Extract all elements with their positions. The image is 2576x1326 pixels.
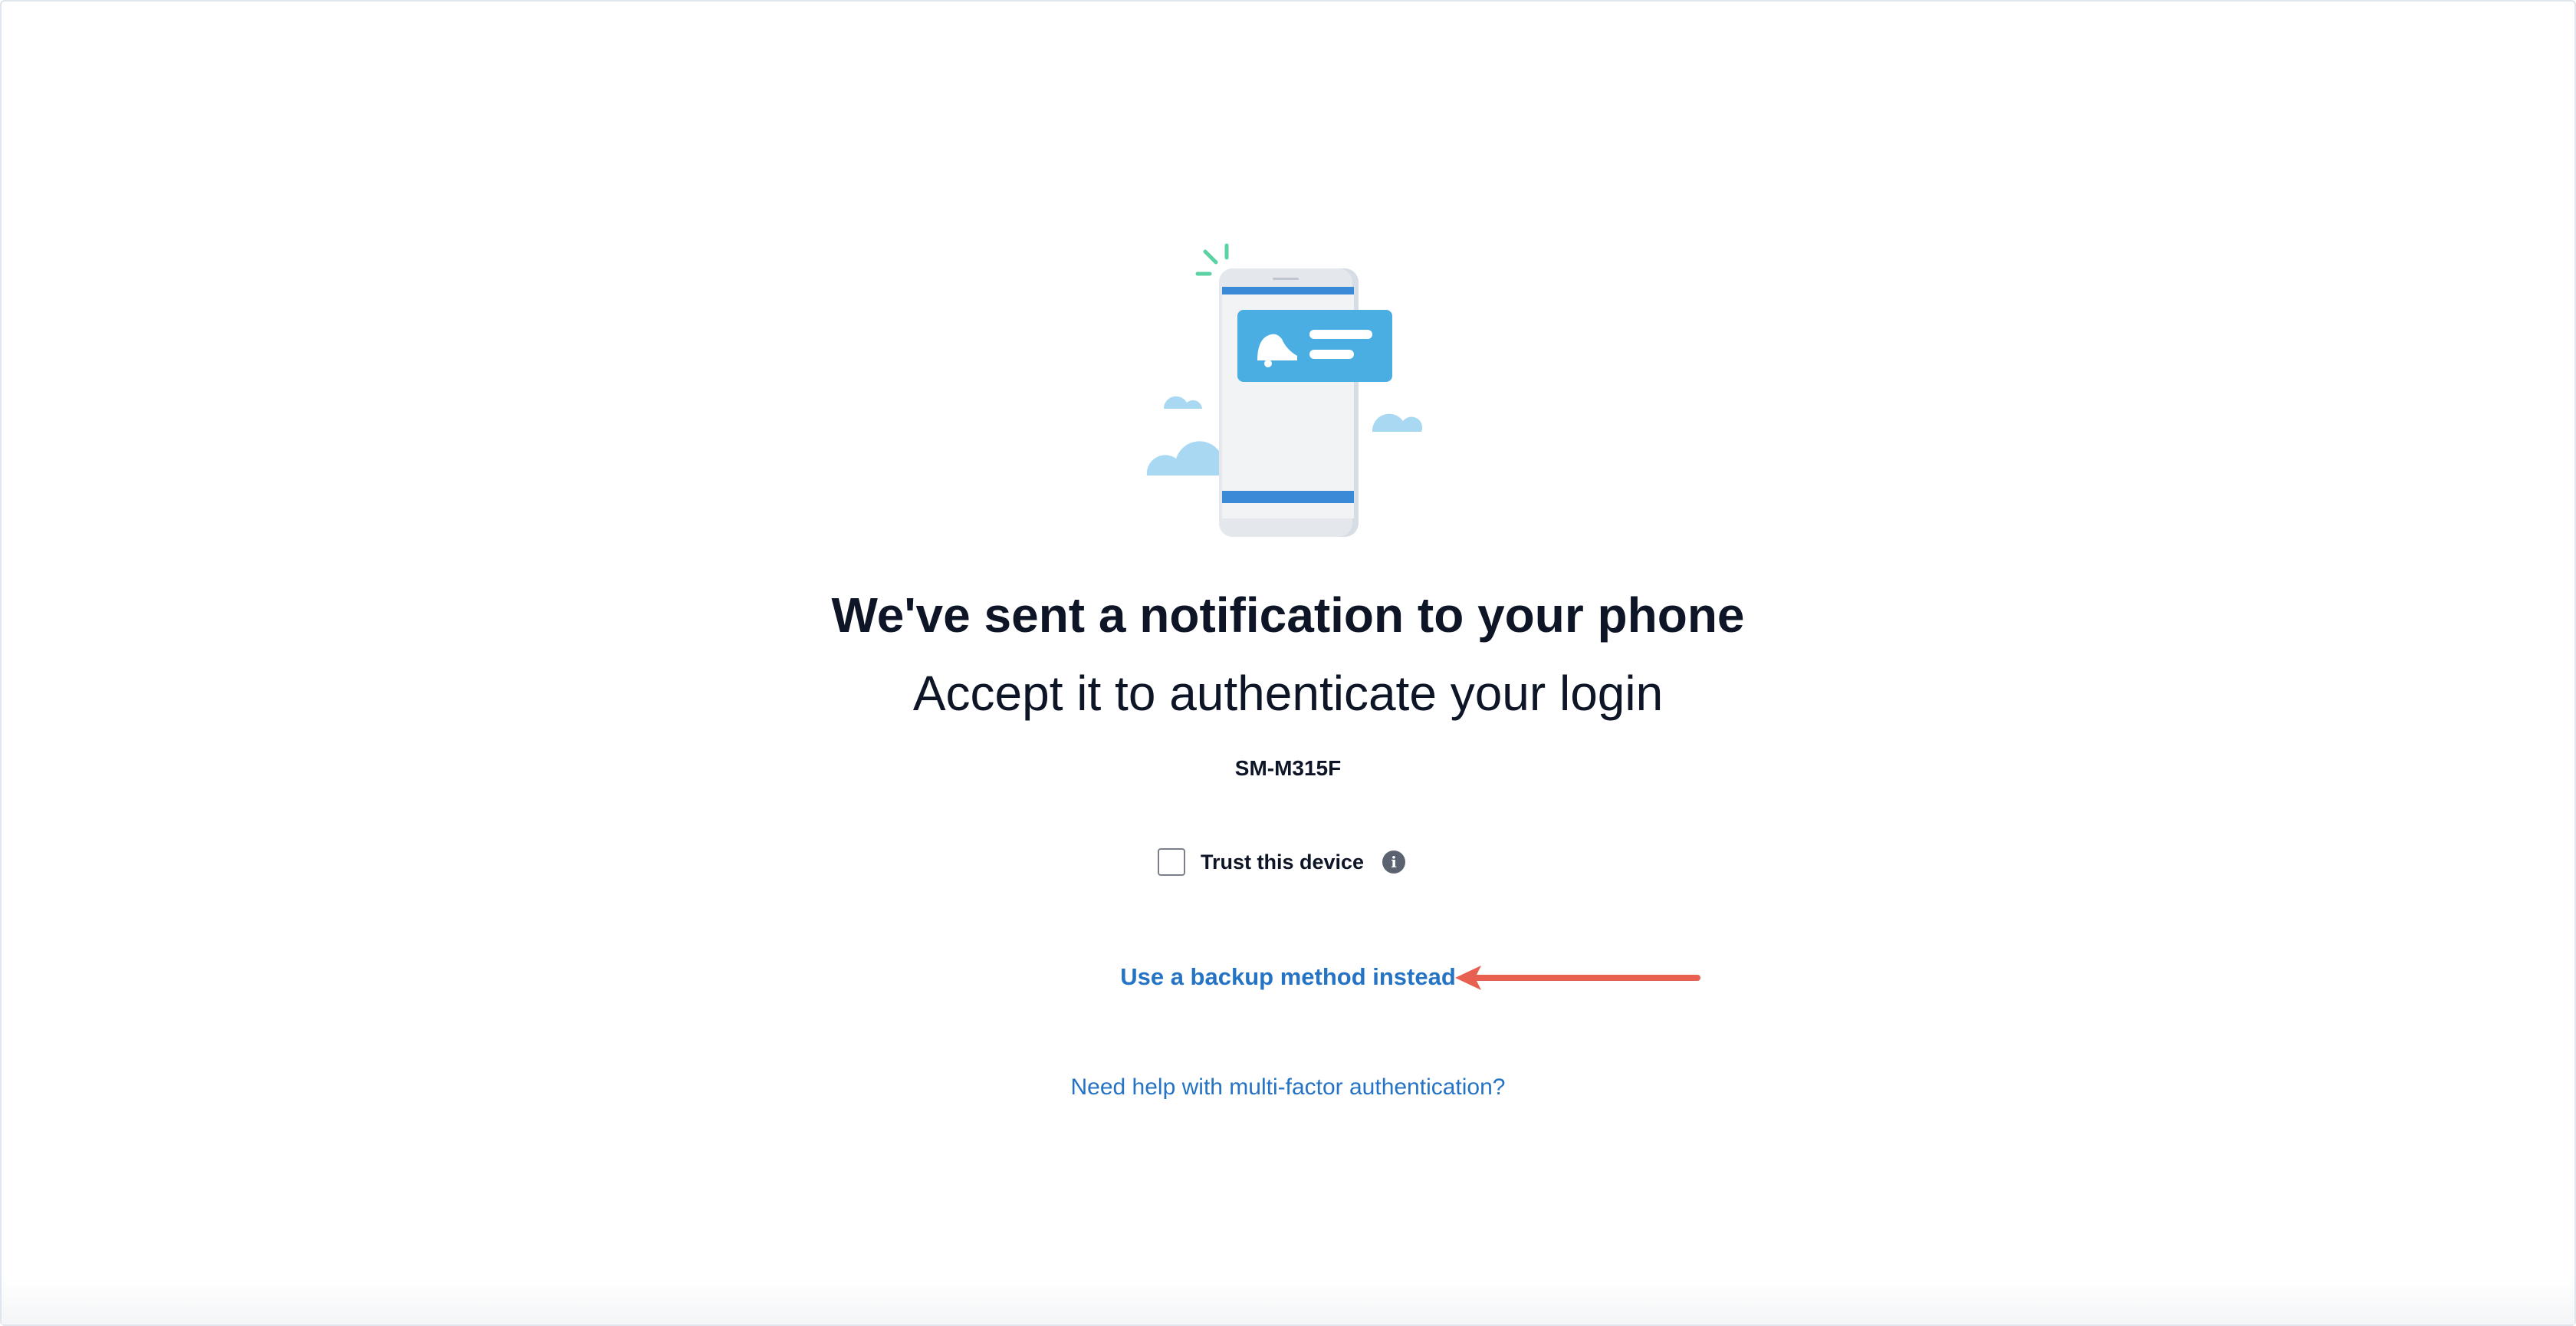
mfa-help-link[interactable]: Need help with multi-factor authenticati…: [1071, 1074, 1506, 1100]
page-subtitle: Accept it to authenticate your login: [912, 666, 1664, 721]
trust-device-row: Trust this device i: [1158, 845, 1406, 879]
info-icon[interactable]: i: [1382, 851, 1406, 874]
trust-device-checkbox[interactable]: [1158, 848, 1185, 876]
device-name: SM-M315F: [1234, 756, 1342, 780]
cloud-icon: [1146, 396, 1219, 475]
mfa-help-container: Need help with multi-factor authenticati…: [0, 1071, 2576, 1104]
backup-method-container: Use a backup method instead: [0, 960, 2576, 994]
annotation-arrow: [1455, 966, 1700, 990]
phone-notification-illustration: [1146, 243, 1423, 537]
page-title: We've sent a notification to your phone: [831, 587, 1745, 643]
trust-device-label[interactable]: Trust this device: [1201, 851, 1364, 874]
backup-method-link[interactable]: Use a backup method instead: [1120, 963, 1456, 990]
bottom-fade: [2, 1278, 2574, 1324]
cloud-icon: [1372, 413, 1423, 432]
sparkle-icon: [1195, 243, 1229, 276]
